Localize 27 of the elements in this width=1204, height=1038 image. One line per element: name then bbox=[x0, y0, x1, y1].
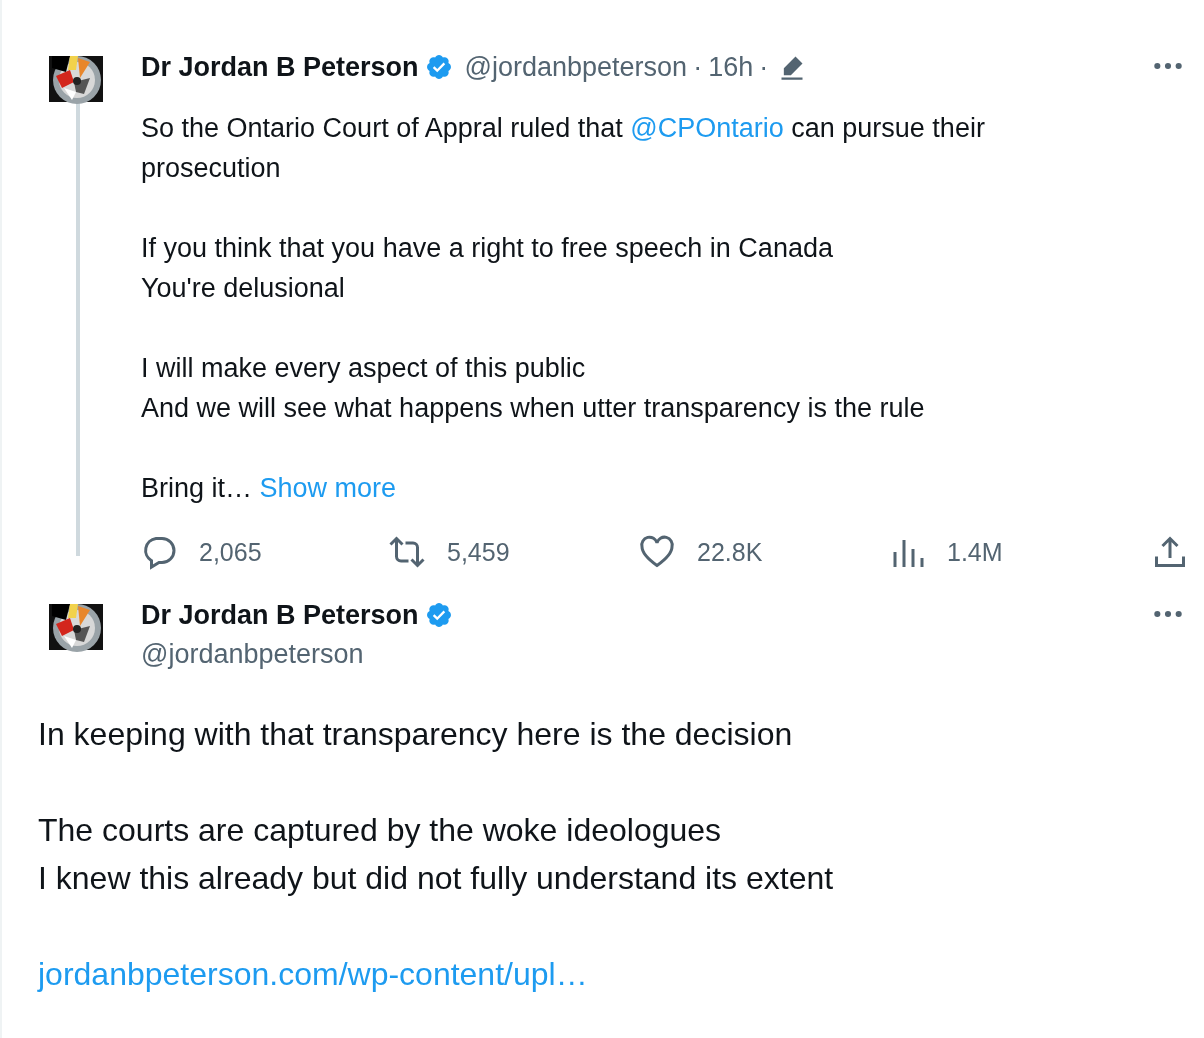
timestamp[interactable]: 16h bbox=[708, 51, 754, 83]
reply-icon[interactable] bbox=[141, 534, 177, 570]
tweet-text: prosecution bbox=[141, 152, 281, 185]
author-handle[interactable]: @jordanbpeterson bbox=[464, 51, 688, 83]
tweet-text: You're delusional bbox=[141, 272, 345, 305]
action-count: 2,065 bbox=[199, 537, 262, 567]
tweet-text: Bring it… Show more bbox=[141, 472, 397, 505]
author-name[interactable]: Dr Jordan B Peterson bbox=[141, 51, 419, 83]
tweet-text: I knew this already but did not fully understand its extent bbox=[38, 859, 834, 898]
separator-dot: · bbox=[693, 51, 703, 83]
tweet-text: If you think that you have a right to free speech in Canada bbox=[141, 232, 833, 265]
author-handle[interactable]: @jordanbpeterson bbox=[141, 634, 1152, 674]
author-name[interactable]: Dr Jordan B Peterson bbox=[141, 599, 419, 631]
more-options-icon[interactable] bbox=[1152, 62, 1184, 70]
action-count: 1.4M bbox=[947, 537, 1003, 567]
more-options-icon[interactable] bbox=[1152, 610, 1184, 618]
tweet-text: I will make every aspect of this public bbox=[141, 352, 586, 385]
action-count: 5,459 bbox=[447, 537, 510, 567]
separator-dot: · bbox=[759, 51, 769, 83]
action-count: 22.8K bbox=[697, 537, 763, 567]
share-icon[interactable] bbox=[1152, 534, 1188, 570]
heart-icon[interactable] bbox=[639, 534, 675, 570]
retweet-icon[interactable] bbox=[389, 534, 425, 570]
tweet-text: In keeping with that transparency here is the decision bbox=[38, 715, 793, 754]
tweet-text: So the Ontario Court of Appral ruled that @CPOntario can pursue their bbox=[141, 112, 985, 145]
tweet-text: And we will see what happens when utter transparency is the rule bbox=[141, 392, 925, 425]
tweet-text: The courts are captured by the woke ideologues bbox=[38, 811, 722, 850]
